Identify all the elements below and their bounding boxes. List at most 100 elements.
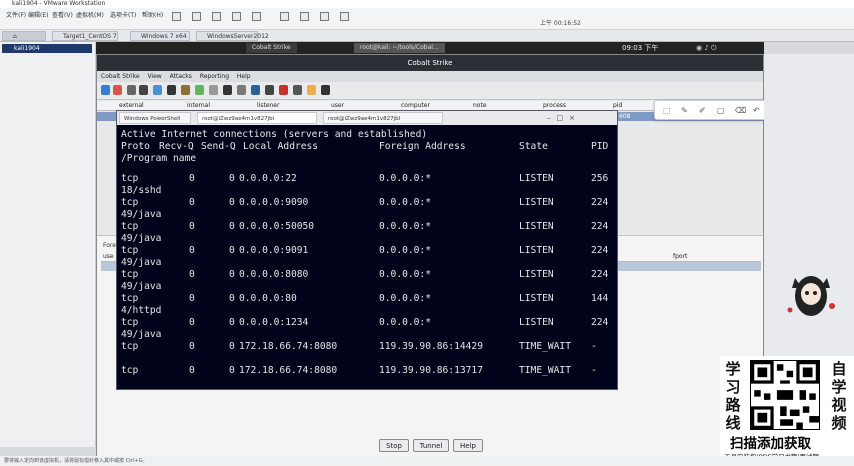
hdr-recvq: Recv-Q (159, 141, 194, 152)
snapshot-icon[interactable] (212, 12, 221, 21)
row-foreign: 0.0.0.0:* (379, 221, 431, 232)
lower-col-fport[interactable]: fport (673, 252, 687, 262)
row-send: 0 (229, 197, 235, 208)
cs-menu-help[interactable]: Help (237, 73, 251, 80)
help-docs-icon[interactable] (321, 85, 330, 95)
row-local: 0.0.0.0:80 (239, 293, 297, 304)
row-pid: 224 (591, 197, 609, 208)
revert-snapshot-icon[interactable] (232, 12, 241, 21)
eraser-icon[interactable]: ⌫ (735, 106, 746, 115)
qr-code-image[interactable] (750, 360, 820, 430)
ps-tab-ssh-2[interactable]: root@iZwz9ae4m1v827jbl (323, 112, 443, 124)
row-pid: 224 (591, 245, 609, 256)
keystrokes-icon[interactable] (223, 85, 232, 95)
stretch-icon[interactable] (340, 12, 349, 21)
library-panel: kali1904 (0, 42, 96, 447)
row-program: 49/java (121, 209, 162, 220)
lower-col-user[interactable]: use (103, 252, 114, 262)
connect-icon[interactable] (101, 85, 110, 95)
script-icon[interactable] (265, 85, 274, 95)
payload-icon[interactable] (251, 85, 260, 95)
library-item-kali[interactable]: kali1904 (2, 44, 92, 53)
send-ctrl-alt-del-icon[interactable] (192, 12, 201, 21)
manage-snapshots-icon[interactable] (252, 12, 261, 21)
host-file-icon[interactable] (279, 85, 288, 95)
unity-icon[interactable] (300, 12, 309, 21)
disconnect-icon[interactable] (113, 85, 122, 95)
pause-icon[interactable] (172, 12, 181, 21)
kali-tab-cobalt[interactable]: Cobalt Strike (246, 43, 297, 53)
menu-tabs[interactable]: 选项卡(T) (110, 10, 136, 19)
minimize-icon[interactable]: – (547, 114, 557, 122)
terminal-row: tcp 0 0 0.0.0.0:1234 0.0.0.0:* LISTEN 224 (121, 317, 615, 329)
row-program: 49/java (121, 329, 162, 340)
targets-icon[interactable] (139, 85, 148, 95)
menu-file[interactable]: 文件(F) (6, 10, 26, 19)
row-pid: 224 (591, 317, 609, 328)
edit-icon[interactable]: ✐ (699, 106, 706, 115)
row-proto: tcp (121, 293, 139, 304)
session-table-icon[interactable] (167, 85, 176, 95)
ps-tab-powershell[interactable]: Windows PowerShell (119, 112, 191, 124)
row-local: 0.0.0.0:1234 (239, 317, 309, 328)
ps-tab-ssh-1[interactable]: root@iZwz9ae4m1v827jbl (197, 112, 317, 124)
cs-menu-view[interactable]: View (147, 73, 161, 80)
stop-button[interactable]: Stop (379, 439, 409, 452)
pivot-graph-icon[interactable] (153, 85, 162, 95)
row-proto: tcp (121, 245, 139, 256)
hdr-local: Local Address (243, 141, 319, 152)
menu-view[interactable]: 查看(V) (52, 10, 73, 19)
kali-tray-icons[interactable]: ◉ ♪ ⏻ (696, 44, 717, 53)
row-proto: tcp (121, 221, 139, 232)
help-button[interactable]: Help (453, 439, 483, 452)
vm-tab-centos[interactable]: Target1_CentOS 7 64位 (52, 31, 118, 49)
vm-tab-win7[interactable]: Windows 7 x64 (130, 31, 190, 41)
power-icon[interactable]: ⏻ (711, 44, 717, 52)
network-icon[interactable]: ◉ (696, 44, 702, 52)
powershell-window: Windows PowerShell root@iZwz9ae4m1v827jb… (116, 110, 618, 390)
row-local: 0.0.0.0:9091 (239, 245, 309, 256)
close-icon[interactable]: × (569, 114, 581, 122)
web-log-icon[interactable] (293, 85, 302, 95)
row-pid: 224 (591, 269, 609, 280)
row-state: LISTEN (519, 221, 554, 232)
menu-help[interactable]: 帮助(H) (142, 10, 163, 19)
tunnel-button[interactable]: Tunnel (413, 439, 449, 452)
mascot-illustration (787, 276, 835, 316)
undo-icon[interactable]: ↶ (753, 106, 760, 115)
vm-tab-winserver[interactable]: WindowsServer2012 (196, 31, 269, 41)
maximize-icon[interactable]: □ (557, 114, 570, 122)
row-send: 0 (229, 173, 235, 184)
target-table-icon[interactable] (181, 85, 190, 95)
select-icon[interactable]: ⬚ (663, 106, 671, 115)
row-recv: 0 (189, 341, 195, 352)
recording-clock: 上午 00:16:52 (540, 20, 581, 27)
console-view-icon[interactable] (320, 12, 329, 21)
vm-tab-home[interactable]: ⌂ (2, 31, 46, 41)
manage-icon[interactable] (307, 85, 316, 95)
menu-vm[interactable]: 虚拟机(M) (76, 10, 104, 19)
credentials-icon[interactable] (195, 85, 204, 95)
row-proto: tcp (121, 317, 139, 328)
vmware-title-bar: kali1904 - VMware Workstation (0, 0, 854, 8)
cobalt-title-bar: Cobalt Strike (97, 55, 763, 71)
volume-icon[interactable]: ♪ (704, 44, 708, 52)
kali-tab-terminal[interactable]: root@kali: ~/tools/Cobal... (354, 43, 445, 53)
cs-menu-reporting[interactable]: Reporting (200, 73, 229, 80)
cs-menu-attacks[interactable]: Attacks (170, 73, 192, 80)
fullscreen-icon[interactable] (280, 12, 289, 21)
screenshots-icon[interactable] (237, 85, 246, 95)
row-foreign: 0.0.0.0:* (379, 245, 431, 256)
row-program: 49/java (121, 233, 162, 244)
row-send: 0 (229, 221, 235, 232)
headphones-icon[interactable] (127, 85, 136, 95)
downloads-icon[interactable] (209, 85, 218, 95)
pen-icon[interactable]: ✎ (681, 106, 688, 115)
shape-icon[interactable]: ▢ (717, 106, 725, 115)
menu-edit[interactable]: 编辑(E) (28, 10, 48, 19)
terminal-heading: Active Internet connections (servers and… (121, 129, 428, 140)
terminal-output[interactable]: Active Internet connections (servers and… (121, 127, 615, 387)
row-foreign: 0.0.0.0:* (379, 197, 431, 208)
cs-menu-cobalt[interactable]: Cobalt Strike (101, 73, 140, 80)
row-send: 0 (229, 269, 235, 280)
